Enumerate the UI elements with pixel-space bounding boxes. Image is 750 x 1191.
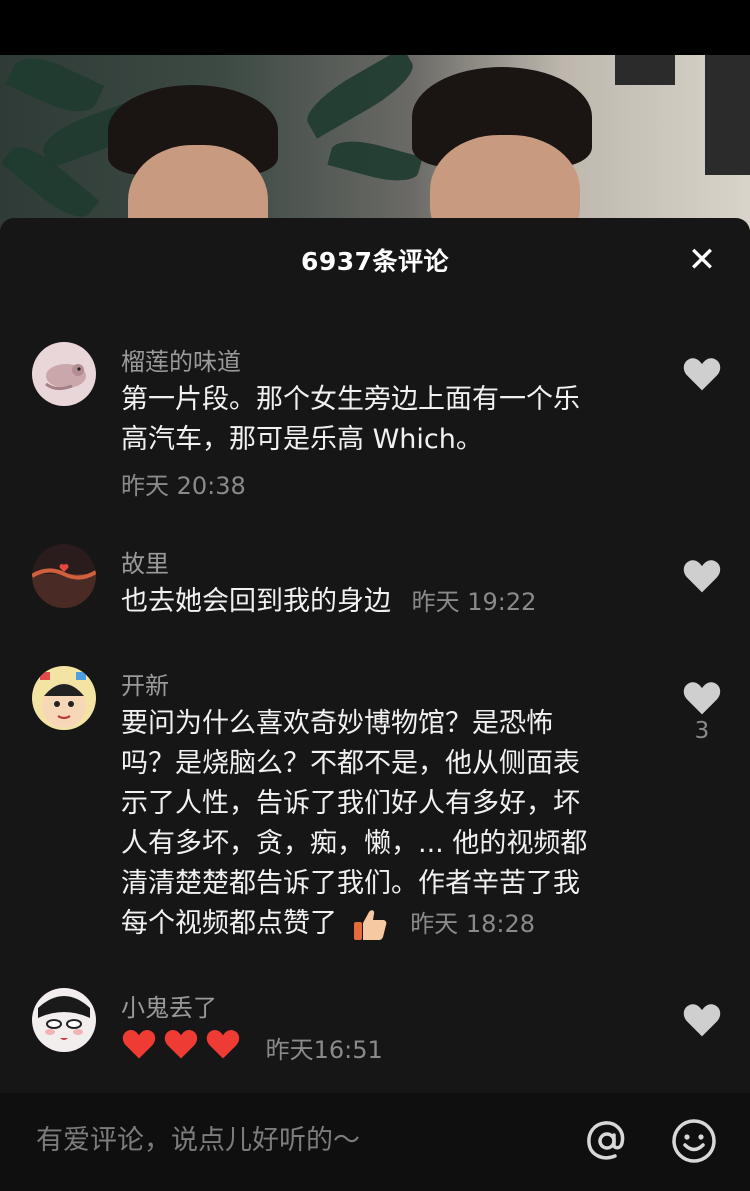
emoji-icon[interactable]: [670, 1117, 718, 1165]
comment-input-bar: [0, 1093, 750, 1191]
comment-text: 第一片段。那个女生旁边上面有一个乐 高汽车，那可是乐高 Which。: [121, 380, 651, 460]
heart-icon[interactable]: [682, 558, 722, 594]
comment-timestamp: 昨天 19:22: [411, 588, 537, 616]
comment-username[interactable]: 榴莲的味道: [121, 342, 241, 377]
avatar[interactable]: [32, 342, 96, 406]
comment-text-line: 第一片段。那个女生旁边上面有一个乐: [121, 384, 580, 415]
red-heart-icon: [163, 1028, 199, 1072]
avatar[interactable]: [32, 544, 96, 608]
like-count: 3: [694, 718, 710, 744]
comment-text-line: 吗？是烧脑么？不都不是，他从侧面表: [121, 748, 580, 779]
comment-text-line: 清清楚楚都告诉了我们。作者辛苦了我: [121, 868, 580, 899]
thumbs-up-icon: [353, 909, 386, 940]
heart-icon[interactable]: [682, 356, 722, 392]
comment-text-content: 每个视频都点赞了: [121, 908, 337, 939]
comment-text: 要问为什么喜欢奇妙博物馆？是恐怖 吗？是烧脑么？不都不是，他从侧面表 示了人性，…: [121, 704, 651, 944]
comments-sheet: 6937条评论 ✕ 榴莲的味道 第一片段。那个女生旁边上面有一个乐 高汽车，那可…: [0, 218, 750, 1093]
comment-username[interactable]: 小鬼丢了: [121, 988, 217, 1023]
comment-text: 也去她会回到我的身边 昨天 19:22: [121, 582, 651, 622]
comment-text: 昨天16:51: [121, 1028, 651, 1072]
comment-timestamp: 昨天16:51: [265, 1036, 383, 1064]
red-heart-icon: [205, 1028, 241, 1072]
red-heart-icon: [121, 1028, 157, 1072]
comment-text-line: 高汽车，那可是乐高 Which。: [121, 424, 483, 455]
comment-username[interactable]: 故里: [121, 544, 169, 579]
heart-icon[interactable]: [682, 680, 722, 716]
comment-text-line: 每个视频都点赞了 昨天 18:28: [121, 904, 651, 944]
avatar[interactable]: [32, 666, 96, 730]
heart-icon[interactable]: [682, 1002, 722, 1038]
comment-text-line: 要问为什么喜欢奇妙博物馆？是恐怖: [121, 708, 553, 739]
comments-count-title: 6937条评论: [300, 247, 450, 276]
status-bar: [0, 0, 750, 55]
mention-icon[interactable]: [583, 1117, 631, 1165]
close-icon[interactable]: ✕: [684, 242, 720, 278]
avatar[interactable]: [32, 988, 96, 1052]
comment-text-content: 也去她会回到我的身边: [121, 586, 391, 617]
comment-text-line: 示了人性，告诉了我们好人有多好，坏: [121, 788, 580, 819]
comment-timestamp: 昨天 18:28: [410, 910, 535, 938]
comment-input[interactable]: [36, 1117, 556, 1163]
comment-text-line: 人有多坏，贪，痴，懒，... 他的视频都: [121, 828, 588, 859]
comment-username[interactable]: 开新: [121, 666, 169, 701]
comment-timestamp: 昨天 20:38: [121, 472, 246, 500]
video-background[interactable]: [0, 55, 750, 230]
